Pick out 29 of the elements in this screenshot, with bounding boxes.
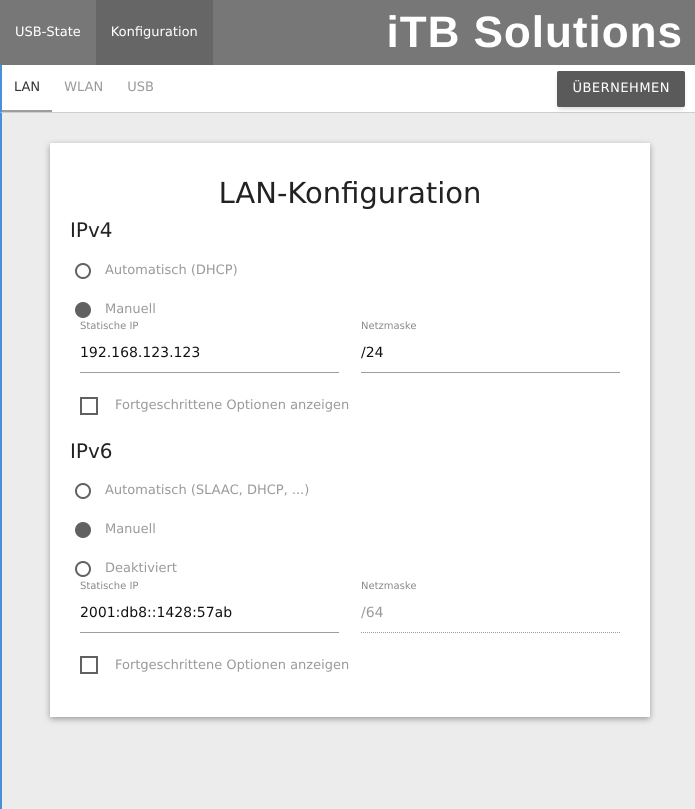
radio-label: Deaktiviert xyxy=(105,560,177,578)
radio-button[interactable] xyxy=(75,522,91,538)
radio-label: Automatisch (SLAAC, DHCP, ...) xyxy=(105,482,310,500)
input-field[interactable]: /24 xyxy=(361,335,620,373)
radio-button[interactable] xyxy=(75,483,91,499)
checkbox[interactable] xyxy=(80,656,98,674)
apply-button[interactable]: ÜBERNEHMEN xyxy=(557,70,685,106)
nav-tab[interactable]: Konfiguration xyxy=(96,0,213,65)
radio-button[interactable] xyxy=(75,561,91,577)
field-label: Statische IP xyxy=(80,320,140,334)
checkbox-label: Fortgeschrittene Optionen anzeigen xyxy=(115,397,350,415)
logo: iTB Solutions xyxy=(386,10,683,54)
radio-button[interactable] xyxy=(75,262,91,278)
nav-tab[interactable]: USB-State xyxy=(0,0,96,65)
radio-label: Manuell xyxy=(105,521,156,540)
radio-button[interactable] xyxy=(75,302,91,318)
section-heading: IPv6 xyxy=(70,438,114,464)
card-title: LAN-Konfiguration xyxy=(218,175,482,212)
input-field[interactable]: 192.168.123.123 xyxy=(80,335,339,373)
checkbox[interactable] xyxy=(80,396,98,415)
input-field[interactable]: 2001:db8::1428:57ab xyxy=(80,594,339,632)
radio-label: Manuell xyxy=(105,300,156,319)
tab[interactable]: LAN xyxy=(2,65,52,112)
field-label: Netzmaske xyxy=(361,320,418,334)
radio-label: Automatisch (DHCP) xyxy=(105,262,238,280)
field-label: Netzmaske xyxy=(361,580,418,594)
checkbox-label: Fortgeschrittene Optionen anzeigen xyxy=(115,656,350,674)
section-heading: IPv4 xyxy=(70,217,114,244)
field-label: Statische IP xyxy=(80,580,140,594)
